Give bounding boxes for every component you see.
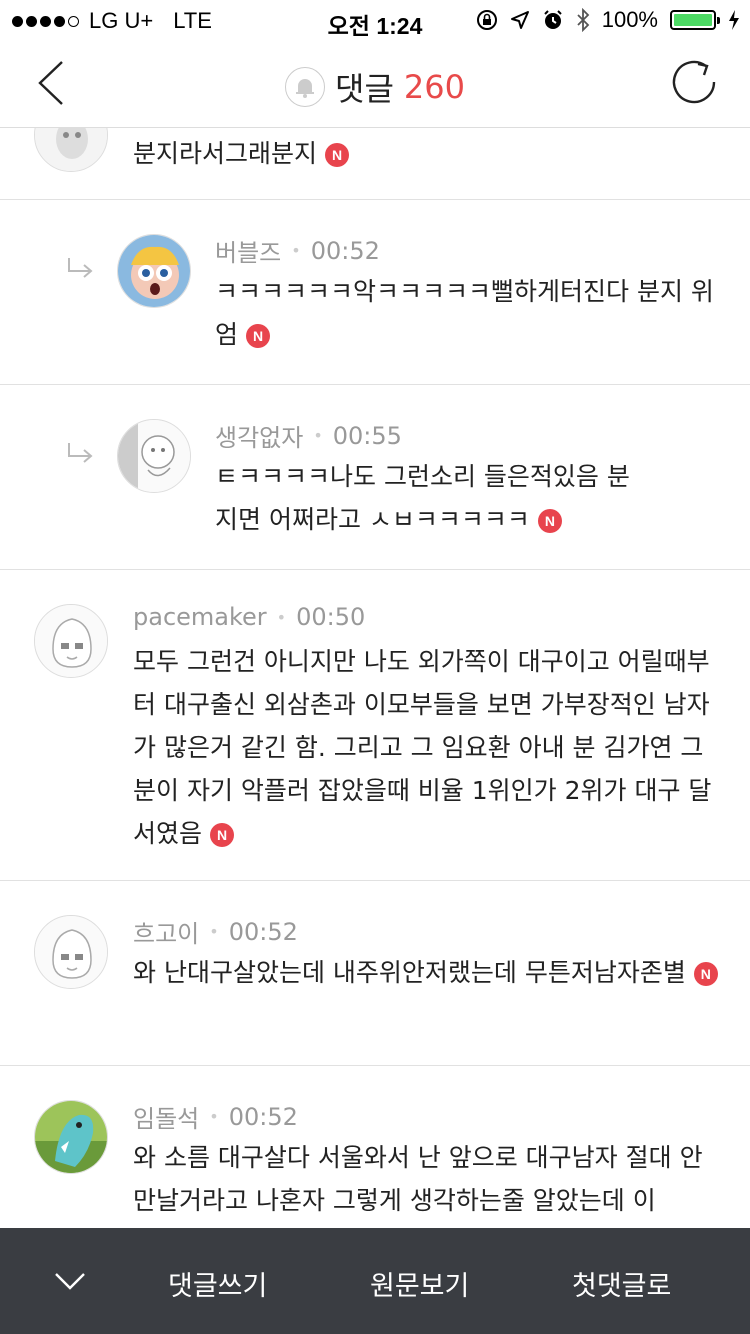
new-badge: N (325, 143, 350, 167)
comment-body: 모두 그런건 아니지만 나도 외가쪽이 대구이고 어릴때부터 대구출신 외삼촌과… (133, 640, 718, 855)
comment-body: ㅌㅋㅋㅋㅋ나도 그런소리 들은적있음 분지면 어쩌라고 ㅅㅂㅋㅋㅋㅋㅋ N (215, 455, 645, 541)
reply-arrow-icon (68, 443, 93, 463)
comment-meta: 흐고이 • 00:52 (133, 914, 298, 949)
avatar[interactable] (34, 128, 108, 172)
comment-item: 임돌석 • 00:52 와 소름 대구살다 서울와서 난 앞으로 대구남자 절대… (0, 1066, 750, 1228)
battery-icon (670, 10, 720, 30)
collapse-button[interactable] (50, 1264, 90, 1298)
alarm-icon (544, 10, 562, 29)
comment-item: pacemaker • 00:50 모두 그런건 아니지만 나도 외가쪽이 대구… (0, 570, 750, 881)
nav-header: 댓글 260 (0, 40, 750, 128)
first-comment-button[interactable]: 첫댓글로 (572, 1264, 671, 1303)
view-original-button[interactable]: 원문보기 (370, 1264, 469, 1303)
new-badge: N (537, 509, 562, 533)
comment-meta: 임돌석 • 00:52 (133, 1099, 298, 1134)
avatar[interactable] (34, 604, 108, 678)
comment-text: 분지라서그래분지 (133, 139, 318, 168)
chevron-down-icon (55, 1273, 85, 1290)
notification-bell-button[interactable] (285, 67, 326, 107)
write-comment-button[interactable]: 댓글쓰기 (168, 1264, 267, 1303)
new-badge: N (693, 962, 718, 986)
page-title: 댓글 260 (0, 64, 750, 110)
comment-time: 00:50 (296, 603, 366, 631)
new-badge: N (210, 823, 235, 847)
comment-body: 분지라서그래분지 N (133, 132, 723, 175)
status-icons: 100% (476, 7, 740, 33)
comment-count: 260 (403, 68, 465, 106)
comment-time: 00:55 (332, 421, 402, 450)
author-name[interactable]: 임돌석 (133, 1099, 199, 1134)
comment-list[interactable]: 분지라서그래분지 N 버블즈 • 00:52 ㅋㅋㅋㅋㅋㅋ악ㅋㅋㅋㅋㅋ뻘하게터진다… (0, 128, 750, 1228)
reply-arrow-icon (68, 258, 93, 278)
comment-text: 와 소름 대구살다 서울와서 난 앞으로 대구남자 절대 안만날거라고 나혼자 … (133, 1143, 703, 1215)
avatar[interactable] (117, 419, 191, 493)
battery-percent: 100% (601, 7, 658, 32)
comment-body: 와 난대구살았는데 내주위안저랬는데 무튼저남자존별 N (133, 951, 718, 994)
author-name[interactable]: 버블즈 (215, 233, 281, 268)
avatar[interactable] (34, 1100, 108, 1174)
bluetooth-icon (577, 8, 589, 32)
comment-body: ㅋㅋㅋㅋㅋㅋ악ㅋㅋㅋㅋㅋ뻘하게터진다 분지 위엄 N (215, 270, 720, 356)
avatar[interactable] (34, 915, 108, 989)
comment-item: 버블즈 • 00:52 ㅋㅋㅋㅋㅋㅋ악ㅋㅋㅋㅋㅋ뻘하게터진다 분지 위엄 N (0, 200, 750, 385)
comment-text: ㅋㅋㅋㅋㅋㅋ악ㅋㅋㅋㅋㅋ뻘하게터진다 분지 위엄 (215, 277, 714, 349)
comment-body: 와 소름 대구살다 서울와서 난 앞으로 대구남자 절대 안만날거라고 나혼자 … (133, 1136, 718, 1222)
avatar[interactable] (117, 234, 191, 308)
bottom-toolbar: 댓글쓰기 원문보기 첫댓글로 (0, 1228, 750, 1334)
author-name[interactable]: pacemaker (133, 603, 267, 631)
comment-time: 00:52 (310, 236, 380, 265)
rotation-lock-icon (476, 10, 497, 30)
status-bar: LG U+ LTE 오전 1:24 100% (0, 0, 750, 40)
comment-time: 00:52 (228, 1102, 298, 1131)
comment-meta: 버블즈 • 00:52 (215, 233, 380, 268)
location-icon (510, 11, 529, 29)
comment-item: 생각없자 • 00:55 ㅌㅋㅋㅋㅋ나도 그런소리 들은적있음 분지면 어쩌라고… (0, 385, 750, 570)
title-text: 댓글 (335, 70, 394, 108)
author-name[interactable]: 생각없자 (215, 418, 303, 453)
comment-time: 00:52 (228, 917, 298, 946)
comment-text: ㅌㅋㅋㅋㅋ나도 그런소리 들은적있음 분지면 어쩌라고 ㅅㅂㅋㅋㅋㅋㅋ (215, 462, 630, 534)
new-badge: N (246, 324, 271, 348)
comment-meta: pacemaker • 00:50 (133, 603, 366, 631)
author-name[interactable]: 흐고이 (133, 914, 199, 949)
refresh-button[interactable] (666, 56, 722, 112)
refresh-icon (672, 60, 716, 104)
comment-meta: 생각없자 • 00:55 (215, 418, 402, 453)
comment-text: 와 난대구살았는데 내주위안저랬는데 무튼저남자존별 (133, 958, 686, 987)
comment-item: 흐고이 • 00:52 와 난대구살았는데 내주위안저랬는데 무튼저남자존별 N (0, 881, 750, 1066)
comment-item: 분지라서그래분지 N (0, 128, 750, 200)
bell-icon (296, 79, 315, 98)
charging-icon (729, 10, 739, 30)
